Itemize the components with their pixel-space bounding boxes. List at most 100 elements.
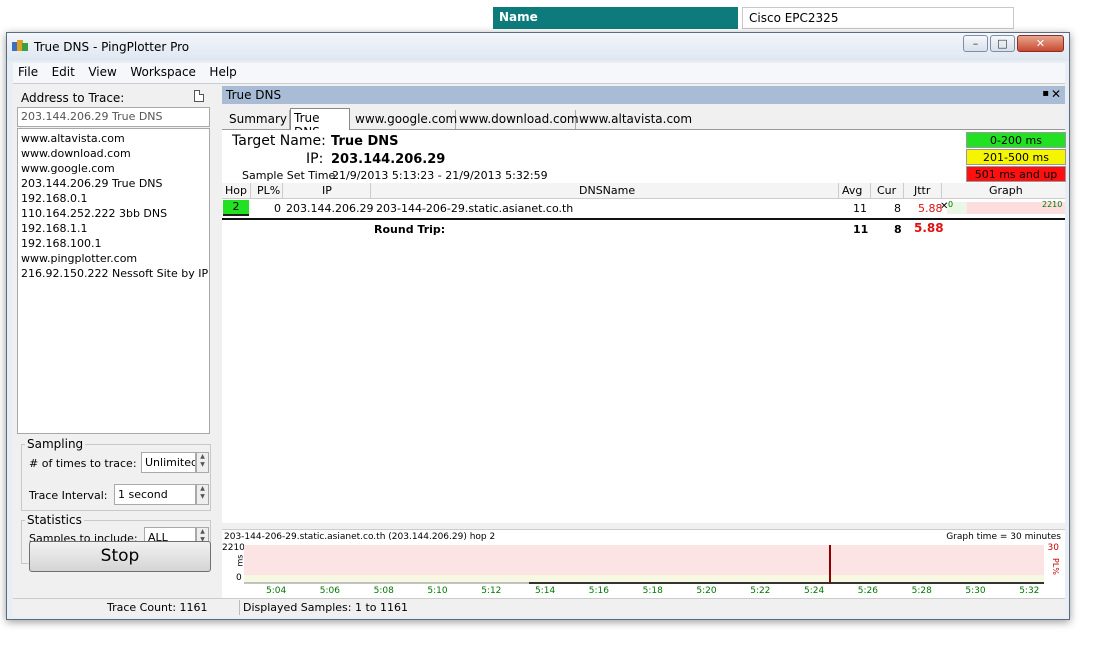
history-item[interactable]: www.google.com [21, 161, 206, 176]
status-separator [239, 600, 240, 615]
history-item[interactable]: www.pingplotter.com [21, 251, 206, 266]
x-tick-label: 5:04 [266, 586, 287, 596]
col-avg[interactable]: Avg [842, 184, 862, 197]
table-row[interactable]: 2 0 203.144.206.29 203-144-206-29.static… [222, 200, 1065, 216]
x-tick-label: 5:06 [319, 586, 341, 596]
restore-button[interactable]: □ [990, 35, 1015, 52]
col-graph[interactable]: Graph [989, 184, 1023, 197]
history-item[interactable]: www.download.com [21, 146, 206, 161]
col-separator [903, 183, 904, 198]
panel-title: True DNS [226, 88, 282, 102]
pin-icon[interactable]: ▪ [1042, 88, 1049, 99]
times-spinner-buttons[interactable]: ▲ ▼ [196, 452, 209, 473]
x-tick-label: 5:24 [804, 586, 825, 596]
background-name-value: Cisco EPC2325 [742, 7, 1014, 29]
col-pl[interactable]: PL% [257, 184, 280, 197]
round-trip-avg: 11 [853, 223, 869, 236]
x-tick-label: 5:12 [481, 586, 502, 596]
history-item[interactable]: 192.168.0.1 [21, 191, 206, 206]
avg-cell: 11 [853, 202, 867, 215]
history-item[interactable]: 192.168.100.1 [21, 236, 206, 251]
pl-cell: 0 [274, 202, 281, 215]
col-jttr[interactable]: Jttr [914, 184, 930, 197]
tab-google[interactable]: www.google.com [352, 110, 457, 129]
app-window: True DNS - PingPlotter Pro – □ ✕ File Ed… [6, 32, 1070, 620]
graph-time-label[interactable]: Graph time = 30 minutes [946, 532, 1061, 542]
table-header: Hop PL% IP DNSName Avg Cur Jttr Graph [222, 183, 1065, 199]
background-router-row: Name Cisco EPC2325 [493, 7, 1018, 29]
graph-min-label: 0 [948, 200, 954, 209]
stop-button[interactable]: Stop [29, 541, 211, 572]
ip-cell: 203.144.206.29 [286, 202, 374, 215]
trace-interval-label: Trace Interval: [29, 489, 108, 502]
new-document-icon[interactable] [194, 90, 204, 102]
history-item[interactable]: 203.144.206.29 True DNS [21, 176, 206, 191]
menu-help[interactable]: Help [204, 63, 241, 79]
close-button[interactable]: ✕ [1017, 35, 1064, 52]
time-graph-plot [244, 545, 1044, 584]
jttr-cell: 5.88 [918, 202, 943, 215]
panel-close-icon[interactable]: ✕ [1051, 87, 1061, 101]
statistics-title: Statistics [25, 513, 84, 527]
time-graph[interactable]: 203-144-206-29.static.asianet.co.th (203… [222, 529, 1065, 602]
history-item[interactable]: 216.92.150.222 Nessoft Site by IP [21, 266, 208, 281]
col-cur[interactable]: Cur [877, 184, 896, 197]
legend-red: 501 ms and up [966, 166, 1066, 182]
x-tick-label: 5:30 [965, 586, 986, 596]
col-separator [870, 183, 871, 198]
x-tick-label: 5:20 [696, 586, 717, 596]
graph-max-label: 2210 [1042, 200, 1063, 209]
times-to-trace-input[interactable]: Unlimited [141, 452, 196, 473]
trace-count: Trace Count: 1161 [107, 601, 208, 614]
col-separator [941, 183, 942, 198]
menu-bar: File Edit View Workspace Help [13, 63, 1065, 83]
legend-green: 0-200 ms [966, 132, 1066, 148]
x-tick-label: 5:10 [427, 586, 448, 596]
pl-max-label: 30 [1047, 543, 1059, 553]
round-trip-jttr: 5.88 [914, 221, 944, 235]
tab-download[interactable]: www.download.com [456, 110, 579, 129]
y-max-label: 2210 [222, 543, 245, 553]
col-separator [282, 183, 283, 198]
status-bar: Trace Count: 1161 Displayed Samples: 1 t… [13, 598, 1065, 617]
trace-content: Target Name: True DNS IP: 203.144.206.29… [222, 130, 1066, 523]
round-trip-label: Round Trip: [374, 223, 446, 236]
col-hop[interactable]: Hop [225, 184, 247, 197]
tab-altavista[interactable]: www.altavista.com [576, 110, 692, 129]
sample-set-time-value: 21/9/2013 5:13:23 - 21/9/2013 5:32:59 [332, 169, 548, 182]
ip-value: 203.144.206.29 [331, 152, 446, 167]
col-ip[interactable]: IP [322, 184, 332, 197]
time-graph-title: 203-144-206-29.static.asianet.co.th (203… [224, 532, 496, 542]
legend-yellow: 201-500 ms [966, 149, 1066, 165]
address-history-list: www.altavista.com www.download.com www.g… [17, 128, 210, 434]
menu-workspace[interactable]: Workspace [125, 63, 201, 79]
x-tick-label: 5:08 [373, 586, 394, 596]
col-separator [838, 183, 839, 198]
interval-spinner-buttons[interactable]: ▲ ▼ [196, 484, 209, 505]
address-input[interactable]: 203.144.206.29 True DNS [17, 107, 210, 127]
displayed-samples: Displayed Samples: 1 to 1161 [243, 601, 408, 614]
x-tick-label: 5:26 [857, 586, 879, 596]
round-trip-divider [222, 218, 1065, 220]
tab-true-dns[interactable]: True DNS [290, 108, 350, 139]
address-label: Address to Trace: [21, 91, 125, 105]
x-tick-label: 5:16 [588, 586, 610, 596]
minimize-button[interactable]: – [963, 35, 988, 52]
sample-set-time-label: Sample Set Time: [242, 169, 339, 182]
y-min-label: 0 [236, 573, 242, 583]
menu-edit[interactable]: Edit [47, 63, 80, 79]
cur-cell: 8 [894, 202, 901, 215]
title-bar[interactable]: True DNS - PingPlotter Pro – □ ✕ [7, 33, 1069, 61]
panel-header: True DNS ▪ ✕ [222, 86, 1065, 104]
pl-unit-label: PL% [1051, 558, 1061, 575]
col-dnsname[interactable]: DNSName [579, 184, 635, 197]
history-item[interactable]: 192.168.1.1 [21, 221, 206, 236]
menu-view[interactable]: View [83, 63, 121, 79]
history-item[interactable]: 110.164.252.222 3bb DNS [21, 206, 206, 221]
trace-interval-input[interactable]: 1 second [114, 484, 196, 505]
x-tick-label: 5:14 [535, 586, 556, 596]
menu-file[interactable]: File [13, 63, 43, 79]
sampling-title: Sampling [25, 437, 86, 451]
history-item[interactable]: www.altavista.com [21, 131, 206, 146]
tab-summary[interactable]: Summary [226, 110, 290, 129]
